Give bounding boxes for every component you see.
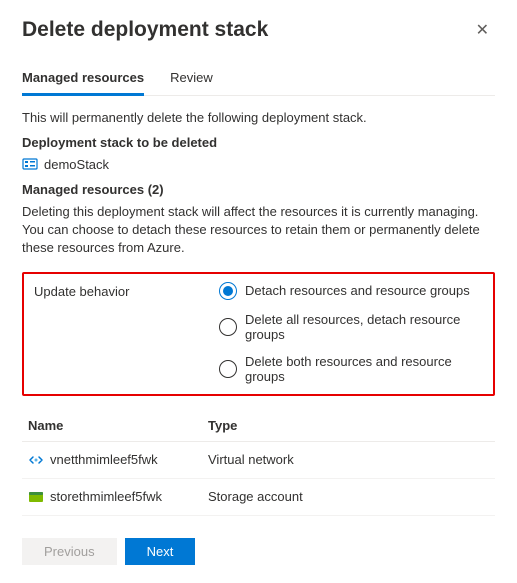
next-button[interactable]: Next	[125, 538, 196, 565]
resource-name: storethmimleef5fwk	[50, 489, 162, 504]
table-row: vnetthmimleef5fwk Virtual network	[22, 441, 495, 478]
delete-label: Deployment stack to be deleted	[22, 135, 495, 150]
tabs: Managed resources Review	[22, 62, 495, 96]
footer: Previous Next	[22, 538, 495, 565]
resource-type: Virtual network	[202, 441, 495, 478]
update-behavior-section: Update behavior Detach resources and res…	[22, 272, 495, 396]
radio-icon	[219, 282, 237, 300]
tab-review[interactable]: Review	[170, 62, 213, 96]
radio-icon	[219, 318, 237, 336]
table-row: storethmimleef5fwk Storage account	[22, 478, 495, 515]
radio-delete-both[interactable]: Delete both resources and resource group…	[219, 354, 483, 384]
vnet-icon	[28, 452, 44, 468]
tab-managed-resources[interactable]: Managed resources	[22, 62, 144, 96]
radio-delete-resources[interactable]: Delete all resources, detach resource gr…	[219, 312, 483, 342]
resource-name: vnetthmimleef5fwk	[50, 452, 158, 467]
radio-label: Delete both resources and resource group…	[245, 354, 483, 384]
update-behavior-label: Update behavior	[34, 282, 219, 299]
column-header-type[interactable]: Type	[202, 410, 495, 442]
previous-button[interactable]: Previous	[22, 538, 117, 565]
close-icon: ✕	[476, 22, 489, 39]
close-button[interactable]: ✕	[470, 18, 495, 42]
radio-icon	[219, 360, 237, 378]
description-text: Deleting this deployment stack will affe…	[22, 203, 495, 258]
managed-label: Managed resources (2)	[22, 182, 495, 197]
stack-row: demoStack	[22, 156, 495, 172]
radio-detach[interactable]: Detach resources and resource groups	[219, 282, 483, 300]
intro-text: This will permanently delete the followi…	[22, 110, 495, 125]
radio-label: Detach resources and resource groups	[245, 283, 470, 298]
storage-icon	[28, 489, 44, 505]
resources-table: Name Type vnetthmimleef5fwk Virtual netw…	[22, 410, 495, 516]
resource-type: Storage account	[202, 478, 495, 515]
stack-icon	[22, 156, 38, 172]
radio-group: Detach resources and resource groups Del…	[219, 282, 483, 384]
page-title: Delete deployment stack	[22, 18, 268, 42]
column-header-name[interactable]: Name	[22, 410, 202, 442]
stack-name: demoStack	[44, 157, 109, 172]
radio-label: Delete all resources, detach resource gr…	[245, 312, 483, 342]
